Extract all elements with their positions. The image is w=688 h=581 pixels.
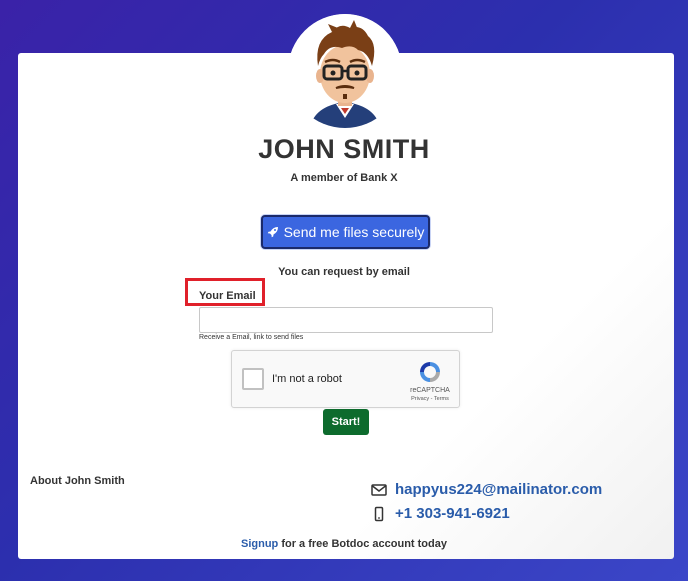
profile-name: JOHN SMITH <box>258 134 430 164</box>
contact-phone[interactable]: +1 303-941-6921 <box>395 505 510 522</box>
envelope-icon <box>371 483 387 496</box>
avatar-illustration-icon <box>288 14 402 128</box>
footer-text: for a free Botdoc account today <box>278 538 447 550</box>
rocket-icon <box>267 227 278 238</box>
send-files-label: Send me files securely <box>283 224 425 240</box>
footer: Signup for a free Botdoc account today <box>0 538 688 550</box>
start-button[interactable]: Start! <box>323 409 369 435</box>
about-heading: About John Smith <box>30 475 125 487</box>
captcha-brand: reCAPTCHA <box>410 387 450 394</box>
email-help-text: Receive a Email, link to send files <box>199 334 304 341</box>
profile-subtitle: A member of Bank X <box>290 172 398 184</box>
email-field[interactable] <box>199 307 493 333</box>
email-label: Your Email <box>199 290 256 302</box>
captcha-links[interactable]: Privacy - Terms <box>402 396 458 402</box>
contact-email-row[interactable]: happyus224@mailinator.com <box>371 481 602 498</box>
contact-phone-row[interactable]: +1 303-941-6921 <box>371 505 510 522</box>
recaptcha-logo-icon <box>420 362 440 382</box>
captcha-label: I'm not a robot <box>272 373 342 385</box>
send-files-button[interactable]: Send me files securely <box>261 215 430 249</box>
captcha-checkbox[interactable] <box>242 368 264 390</box>
avatar <box>288 14 402 128</box>
recaptcha-widget: I'm not a robot reCAPTCHA Privacy - Term… <box>231 350 460 408</box>
contact-email[interactable]: happyus224@mailinator.com <box>395 481 602 498</box>
signup-link[interactable]: Signup <box>241 538 278 550</box>
request-note: You can request by email <box>278 266 410 278</box>
mobile-phone-icon <box>374 506 384 521</box>
